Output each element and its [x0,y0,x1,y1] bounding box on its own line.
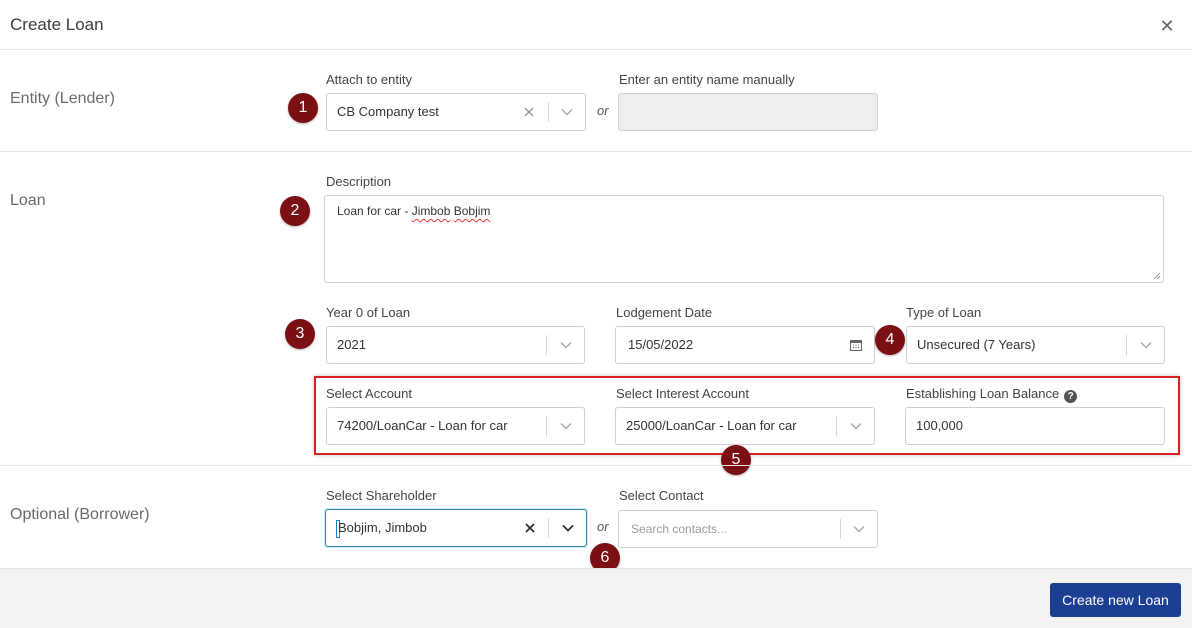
balance-value: 100,000 [916,418,963,433]
header-divider [0,49,1192,50]
or-separator: or [597,103,609,118]
select-separator [1126,335,1127,355]
shareholder-select[interactable]: Bobjim, Jimbob [325,509,587,547]
section-label-entity: Entity (Lender) [10,90,115,107]
description-name-last: Bobjim [453,204,491,218]
description-text: Loan for car - Jimbob Bobjim [337,204,490,218]
year-value: 2021 [337,337,366,352]
chevron-down-icon[interactable] [548,327,584,363]
interest-account-value: 25000/LoanCar - Loan for car [626,418,797,433]
help-icon[interactable]: ? [1064,390,1078,403]
select-separator [548,518,549,538]
annotation-badge-5: 5 [721,445,751,475]
or-separator: or [597,519,609,534]
entity-divider [0,151,1192,152]
annotation-badge-4: 4 [875,325,905,355]
resize-grip-icon[interactable] [1151,270,1161,280]
chevron-down-icon[interactable] [550,510,586,546]
type-label: Type of Loan [906,305,982,320]
annotation-badge-2: 2 [280,196,310,226]
lodgement-value: 15/05/2022 [628,337,694,352]
description-name-first: Jimbob [411,204,451,218]
lodgement-date-input[interactable]: 15/05/2022 [615,326,875,364]
calendar-icon[interactable] [848,327,864,363]
modal-footer [0,568,1192,628]
select-separator [546,335,547,355]
chevron-down-icon[interactable] [1128,327,1164,363]
balance-label-text: Establishing Loan Balance [906,386,1060,401]
annotation-badge-1: 1 [288,93,318,123]
attach-entity-select[interactable]: CB Company test [326,93,586,131]
section-label-optional: Optional (Borrower) [10,506,150,523]
chevron-down-icon[interactable] [548,408,584,444]
select-separator [546,416,547,436]
create-loan-button[interactable]: Create new Loan [1050,583,1181,617]
shareholder-value: Bobjim, Jimbob [338,520,427,535]
description-label: Description [326,174,392,189]
balance-label: Establishing Loan Balance? [906,386,1078,403]
description-prefix: Loan for car - [337,204,412,218]
manual-entity-input[interactable] [618,93,878,131]
contact-label: Select Contact [619,488,704,503]
year-select[interactable]: 2021 [326,326,585,364]
select-separator [836,416,837,436]
description-textarea[interactable]: Loan for car - Jimbob Bobjim [324,195,1164,283]
loan-divider [0,465,1192,466]
balance-input[interactable]: 100,000 [905,407,1165,445]
chevron-down-icon[interactable] [841,511,877,547]
contact-search-select[interactable]: Search contacts... [618,510,878,548]
shareholder-label: Select Shareholder [326,488,437,503]
manual-entity-label: Enter an entity name manually [619,72,795,87]
annotation-badge-3: 3 [285,319,315,349]
lodgement-label: Lodgement Date [616,305,713,320]
attach-entity-value: CB Company test [337,104,439,119]
interest-account-label: Select Interest Account [616,386,749,401]
clear-icon[interactable] [520,510,540,546]
chevron-down-icon[interactable] [549,94,585,130]
clear-icon[interactable] [519,94,539,130]
account-label: Select Account [326,386,412,401]
year-label: Year 0 of Loan [326,305,411,320]
type-value: Unsecured (7 Years) [917,337,1036,352]
chevron-down-icon[interactable] [838,408,874,444]
interest-account-select[interactable]: 25000/LoanCar - Loan for car [615,407,875,445]
close-icon[interactable]: ✕ [1158,15,1176,37]
contact-placeholder: Search contacts... [631,522,728,536]
type-of-loan-select[interactable]: Unsecured (7 Years) [906,326,1165,364]
attach-entity-label: Attach to entity [326,72,412,87]
account-value: 74200/LoanCar - Loan for car [337,418,508,433]
account-select[interactable]: 74200/LoanCar - Loan for car [326,407,585,445]
section-label-loan: Loan [10,192,46,209]
modal-title: Create Loan [10,15,104,34]
